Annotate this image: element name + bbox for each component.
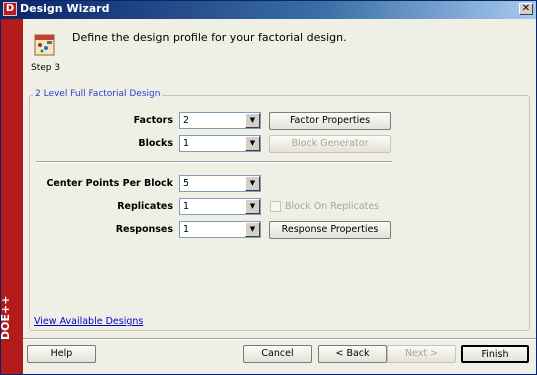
center-points-combobox[interactable]: 5 ▼ [179, 175, 261, 192]
finish-button[interactable]: Finish [461, 345, 529, 363]
chevron-down-icon[interactable]: ▼ [245, 222, 260, 237]
responses-label: Responses [115, 224, 173, 235]
replicates-label: Replicates [117, 201, 173, 212]
chevron-down-icon[interactable]: ▼ [245, 136, 260, 151]
cancel-button[interactable]: Cancel [243, 345, 312, 363]
step-label: Step 3 [31, 63, 61, 73]
blocks-value: 1 [183, 138, 190, 149]
step-description: Define the design profile for your facto… [72, 31, 347, 44]
next-button[interactable]: Next > [387, 345, 456, 363]
factors-combobox[interactable]: 2 ▼ [179, 112, 261, 129]
groupbox-title: 2 Level Full Factorial Design [33, 89, 163, 99]
help-button[interactable]: Help [27, 345, 96, 363]
chevron-down-icon[interactable]: ▼ [245, 113, 260, 128]
block-on-replicates-checkbox[interactable] [270, 201, 281, 212]
back-button[interactable]: < Back [318, 345, 387, 363]
block-on-replicates-label: Block On Replicates [285, 201, 380, 212]
blocks-combobox[interactable]: 1 ▼ [179, 135, 261, 152]
app-logo-icon: D [3, 2, 17, 16]
block-generator-button[interactable]: Block Generator [269, 135, 391, 153]
design-wizard-icon [34, 34, 55, 56]
view-available-designs-link[interactable]: View Available Designs [34, 316, 143, 327]
response-properties-button[interactable]: Response Properties [269, 221, 391, 239]
chevron-down-icon[interactable]: ▼ [245, 199, 260, 214]
chevron-down-icon[interactable]: ▼ [245, 176, 260, 191]
brand-label: DOE++ [0, 295, 12, 340]
design-groupbox [29, 95, 530, 331]
footer-separator [23, 338, 536, 340]
center-points-value: 5 [183, 178, 190, 189]
factors-value: 2 [183, 115, 190, 126]
window-title: Design Wizard [20, 2, 110, 15]
factor-properties-button[interactable]: Factor Properties [269, 112, 391, 130]
replicates-value: 1 [183, 201, 190, 212]
responses-value: 1 [183, 224, 190, 235]
blocks-label: Blocks [138, 138, 173, 149]
center-points-label: Center Points Per Block [46, 178, 173, 189]
factors-label: Factors [133, 115, 173, 126]
replicates-combobox[interactable]: 1 ▼ [179, 198, 261, 215]
close-button[interactable]: ✕ [519, 3, 533, 15]
responses-combobox[interactable]: 1 ▼ [179, 221, 261, 238]
group-divider [36, 161, 392, 163]
